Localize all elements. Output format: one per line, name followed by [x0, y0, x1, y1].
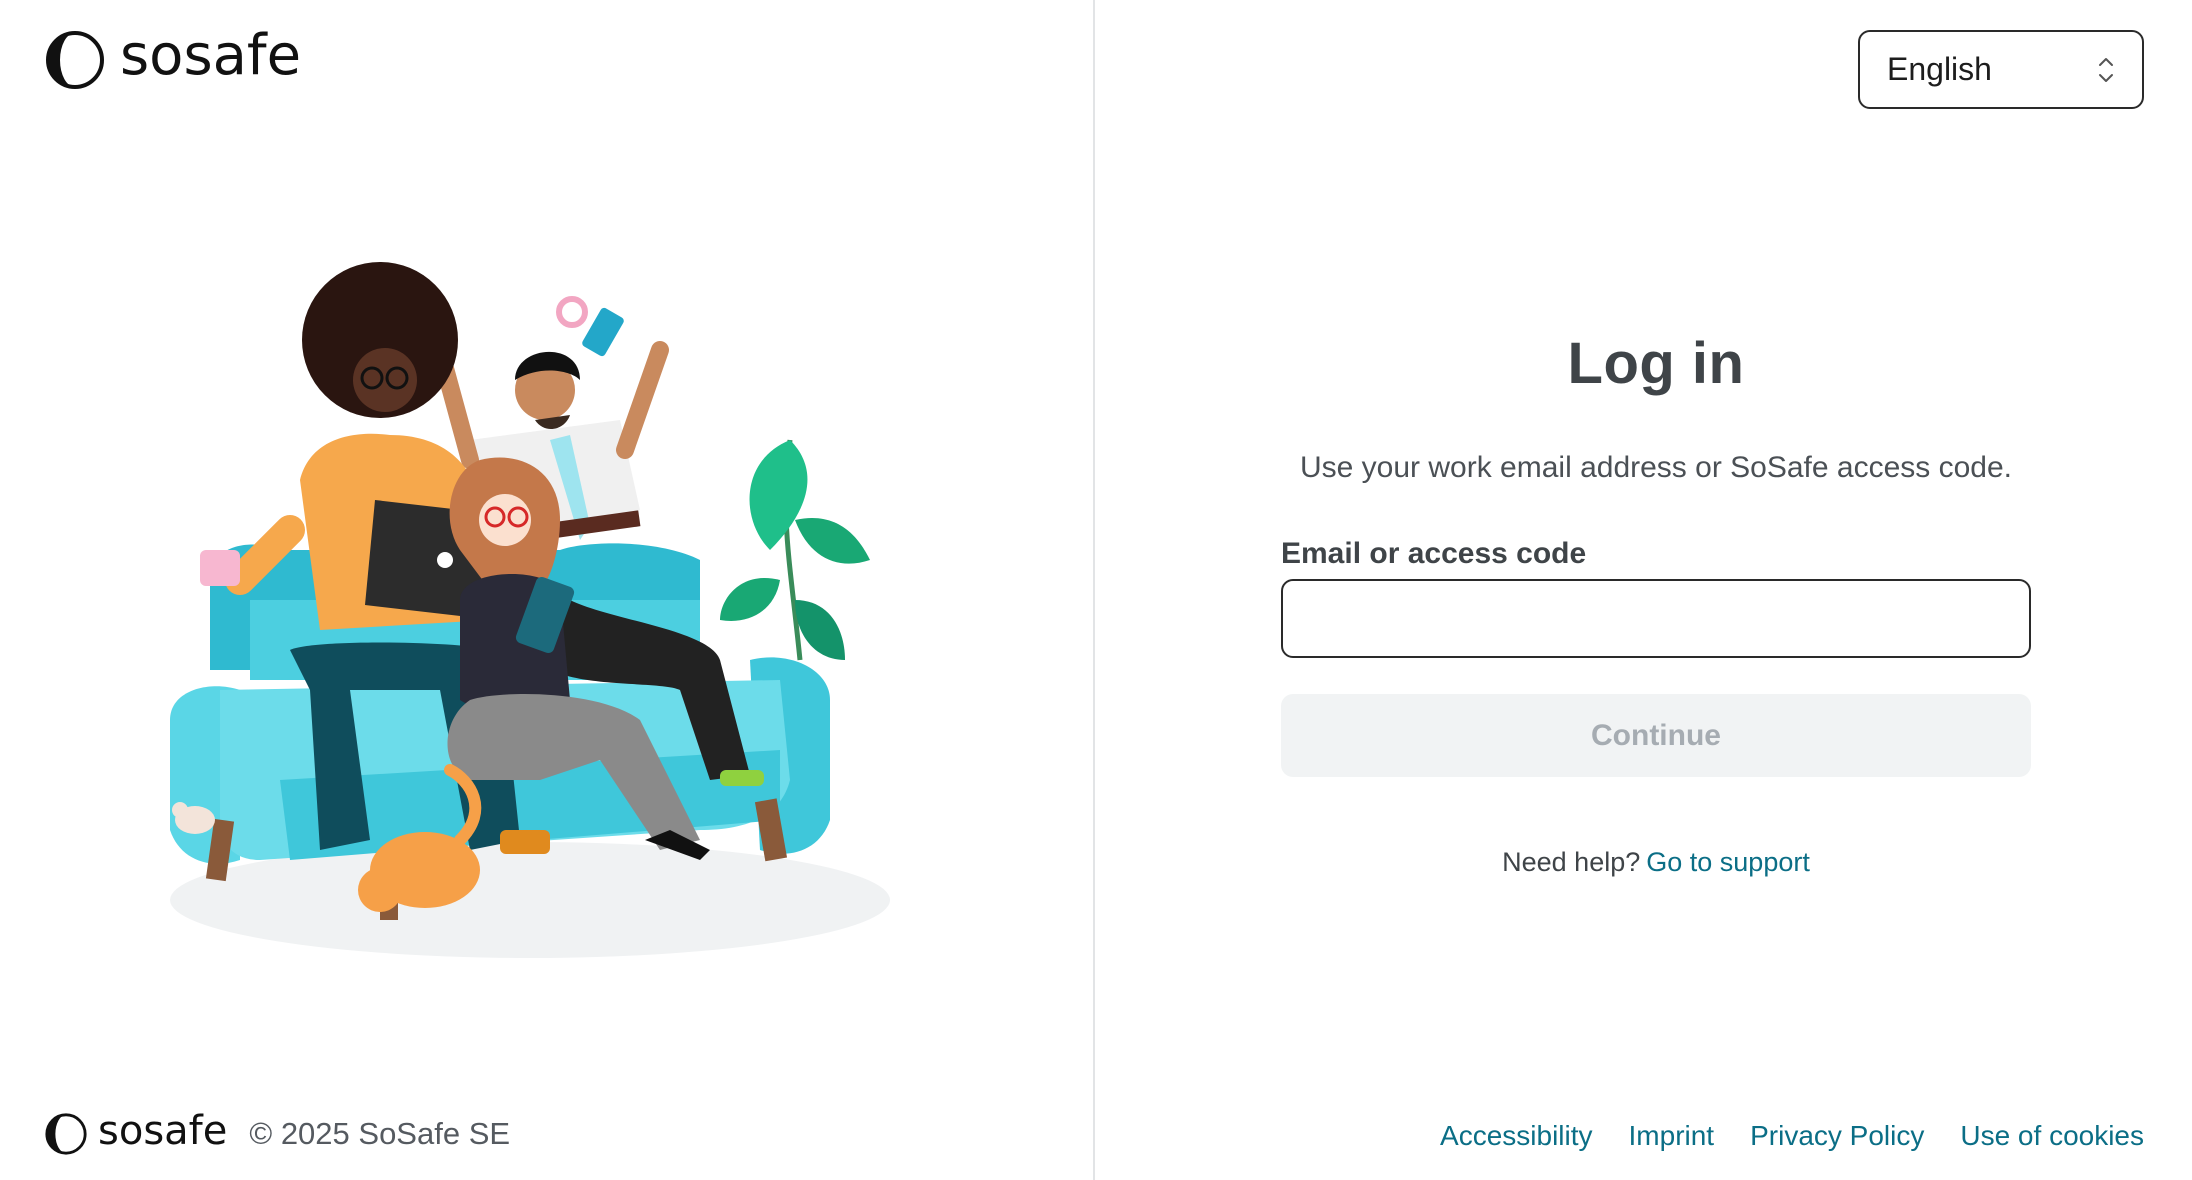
- email-field[interactable]: [1281, 579, 2031, 658]
- help-text: Need help?: [1502, 847, 1641, 877]
- help-text-row: Need help? Go to support: [1281, 847, 2031, 878]
- sosafe-mark-icon: [46, 31, 104, 89]
- left-footer: sosafe © 2025 SoSafe SE: [44, 1108, 511, 1156]
- left-panel: sosafe sosafe © 2025 SoSafe SE: [0, 0, 1095, 1180]
- copyright-text: © 2025 SoSafe SE: [249, 1116, 511, 1151]
- support-link[interactable]: Go to support: [1646, 847, 1810, 877]
- brand-wordmark: sosafe: [120, 23, 302, 88]
- language-select[interactable]: English: [1858, 30, 2144, 109]
- people-on-sofa-illustration: [170, 262, 890, 958]
- brand-logo: sosafe: [44, 23, 302, 91]
- footer-links: Accessibility Imprint Privacy Policy Use…: [1440, 1120, 2144, 1152]
- chevron-up-down-icon: [2099, 58, 2113, 82]
- page-title: Log in: [1567, 331, 1745, 396]
- login-form: Log in Use your work email address or So…: [1281, 330, 2031, 878]
- email-field-label: Email or access code: [1281, 537, 1587, 570]
- sosafe-mark-icon: [45, 1113, 87, 1155]
- language-select-value: English: [1887, 51, 1992, 87]
- plant-icon: [720, 439, 870, 661]
- footer-link-privacy-policy[interactable]: Privacy Policy: [1750, 1120, 1924, 1152]
- footer-brand-wordmark: sosafe: [98, 1108, 228, 1154]
- footer-link-imprint[interactable]: Imprint: [1629, 1120, 1715, 1152]
- login-subtitle: Use your work email address or SoSafe ac…: [1300, 451, 2012, 484]
- footer-link-accessibility[interactable]: Accessibility: [1440, 1120, 1592, 1152]
- continue-button[interactable]: Continue: [1281, 694, 2031, 777]
- footer-link-use-of-cookies[interactable]: Use of cookies: [1960, 1120, 2144, 1152]
